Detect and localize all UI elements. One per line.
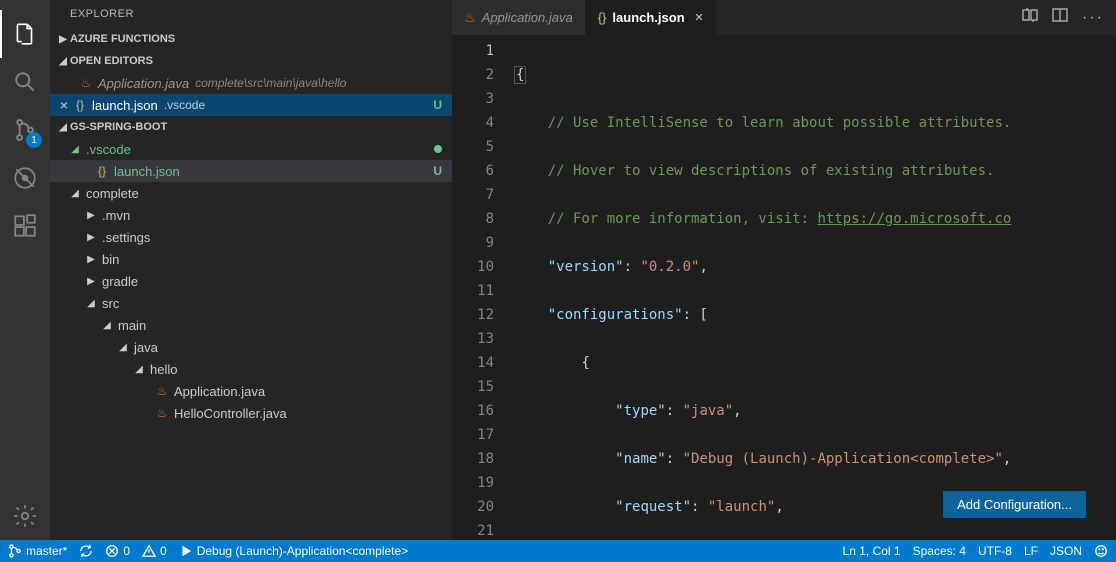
folder-vscode[interactable]: ◢ .vscode (50, 138, 452, 160)
section-azure-functions[interactable]: ▶ AZURE FUNCTIONS (50, 28, 452, 50)
open-editor-application[interactable]: ♨ Application.java complete\src\main\jav… (50, 72, 452, 94)
json-file-icon: {} (72, 98, 88, 112)
tabs-bar: ♨ Application.java {} launch.json × ··· (452, 0, 1116, 35)
explorer-sidebar: EXPLORER ▶ AZURE FUNCTIONS ◢ OPEN EDITOR… (50, 0, 452, 540)
status-language[interactable]: JSON (1050, 544, 1082, 558)
java-file-icon: ♨ (78, 76, 94, 90)
status-errors[interactable]: 0 (105, 544, 130, 558)
chevron-right-icon: ▶ (56, 34, 70, 45)
compare-icon[interactable] (1022, 7, 1038, 28)
chevron-right-icon: ▶ (84, 254, 98, 265)
status-bar: master* 0 0 Debug (Launch)-Application<c… (0, 540, 1116, 562)
sidebar-title: EXPLORER (50, 0, 452, 28)
java-file-icon: ♨ (154, 406, 170, 420)
activity-debug-icon[interactable] (0, 154, 50, 202)
folder-java[interactable]: ◢ java (50, 336, 452, 358)
code-content: { // Use IntelliSense to learn about pos… (512, 35, 1116, 540)
chevron-right-icon: ▶ (84, 276, 98, 287)
chevron-down-icon: ◢ (68, 144, 82, 155)
tab-application-java[interactable]: ♨ Application.java (452, 0, 586, 35)
activity-search-icon[interactable] (0, 58, 50, 106)
activity-bar: 1 (0, 0, 50, 540)
activity-extensions-icon[interactable] (0, 202, 50, 250)
file-launch-json[interactable]: {} launch.json U (50, 160, 452, 182)
scm-badge: 1 (26, 132, 42, 148)
file-hellocontroller-java[interactable]: ♨ HelloController.java (50, 402, 452, 424)
chevron-down-icon: ◢ (100, 320, 114, 331)
folder-bin[interactable]: ▶ bin (50, 248, 452, 270)
status-spaces[interactable]: Spaces: 4 (913, 544, 966, 558)
status-warnings[interactable]: 0 (142, 544, 167, 558)
activity-settings-icon[interactable] (0, 492, 50, 540)
chevron-down-icon: ◢ (132, 364, 146, 375)
chevron-right-icon: ▶ (84, 232, 98, 243)
tab-launch-json[interactable]: {} launch.json × (586, 0, 717, 35)
chevron-down-icon: ◢ (56, 56, 70, 67)
status-debug-config[interactable]: Debug (Launch)-Application<complete> (179, 544, 408, 558)
section-project[interactable]: ◢ GS-SPRING-BOOT (50, 116, 452, 138)
chevron-down-icon: ◢ (56, 122, 70, 133)
split-editor-icon[interactable] (1052, 7, 1068, 28)
editor-area: ♨ Application.java {} launch.json × ··· … (452, 0, 1116, 540)
status-sync[interactable] (79, 544, 93, 558)
code-editor[interactable]: 123456789101112131415161718192021 { // U… (452, 35, 1116, 540)
chevron-down-icon: ◢ (68, 188, 82, 199)
folder-hello[interactable]: ◢ hello (50, 358, 452, 380)
java-file-icon: ♨ (154, 384, 170, 398)
folder-main[interactable]: ◢ main (50, 314, 452, 336)
status-encoding[interactable]: UTF-8 (978, 544, 1012, 558)
chevron-down-icon: ◢ (84, 298, 98, 309)
close-icon[interactable]: × (56, 97, 72, 113)
section-open-editors[interactable]: ◢ OPEN EDITORS (50, 50, 452, 72)
json-file-icon: {} (598, 10, 607, 25)
folder-complete[interactable]: ◢ complete (50, 182, 452, 204)
folder-mvn[interactable]: ▶ .mvn (50, 204, 452, 226)
chevron-right-icon: ▶ (84, 210, 98, 221)
folder-settings[interactable]: ▶ .settings (50, 226, 452, 248)
file-application-java[interactable]: ♨ Application.java (50, 380, 452, 402)
add-configuration-button[interactable]: Add Configuration... (943, 491, 1086, 518)
line-gutter: 123456789101112131415161718192021 (452, 35, 512, 540)
json-file-icon: {} (94, 164, 110, 178)
activity-scm-icon[interactable]: 1 (0, 106, 50, 154)
status-cursor-pos[interactable]: Ln 1, Col 1 (843, 544, 901, 558)
activity-explorer-icon[interactable] (0, 10, 50, 58)
status-branch[interactable]: master* (8, 544, 67, 558)
modified-dot-icon (434, 145, 442, 153)
chevron-down-icon: ◢ (116, 342, 130, 353)
java-file-icon: ♨ (464, 10, 476, 26)
folder-src[interactable]: ◢ src (50, 292, 452, 314)
open-editor-launch-json[interactable]: × {} launch.json .vscode U (50, 94, 452, 116)
folder-gradle[interactable]: ▶ gradle (50, 270, 452, 292)
close-icon[interactable]: × (695, 9, 704, 26)
status-feedback-icon[interactable] (1094, 544, 1108, 558)
status-eol[interactable]: LF (1024, 544, 1038, 558)
more-icon[interactable]: ··· (1082, 9, 1104, 27)
